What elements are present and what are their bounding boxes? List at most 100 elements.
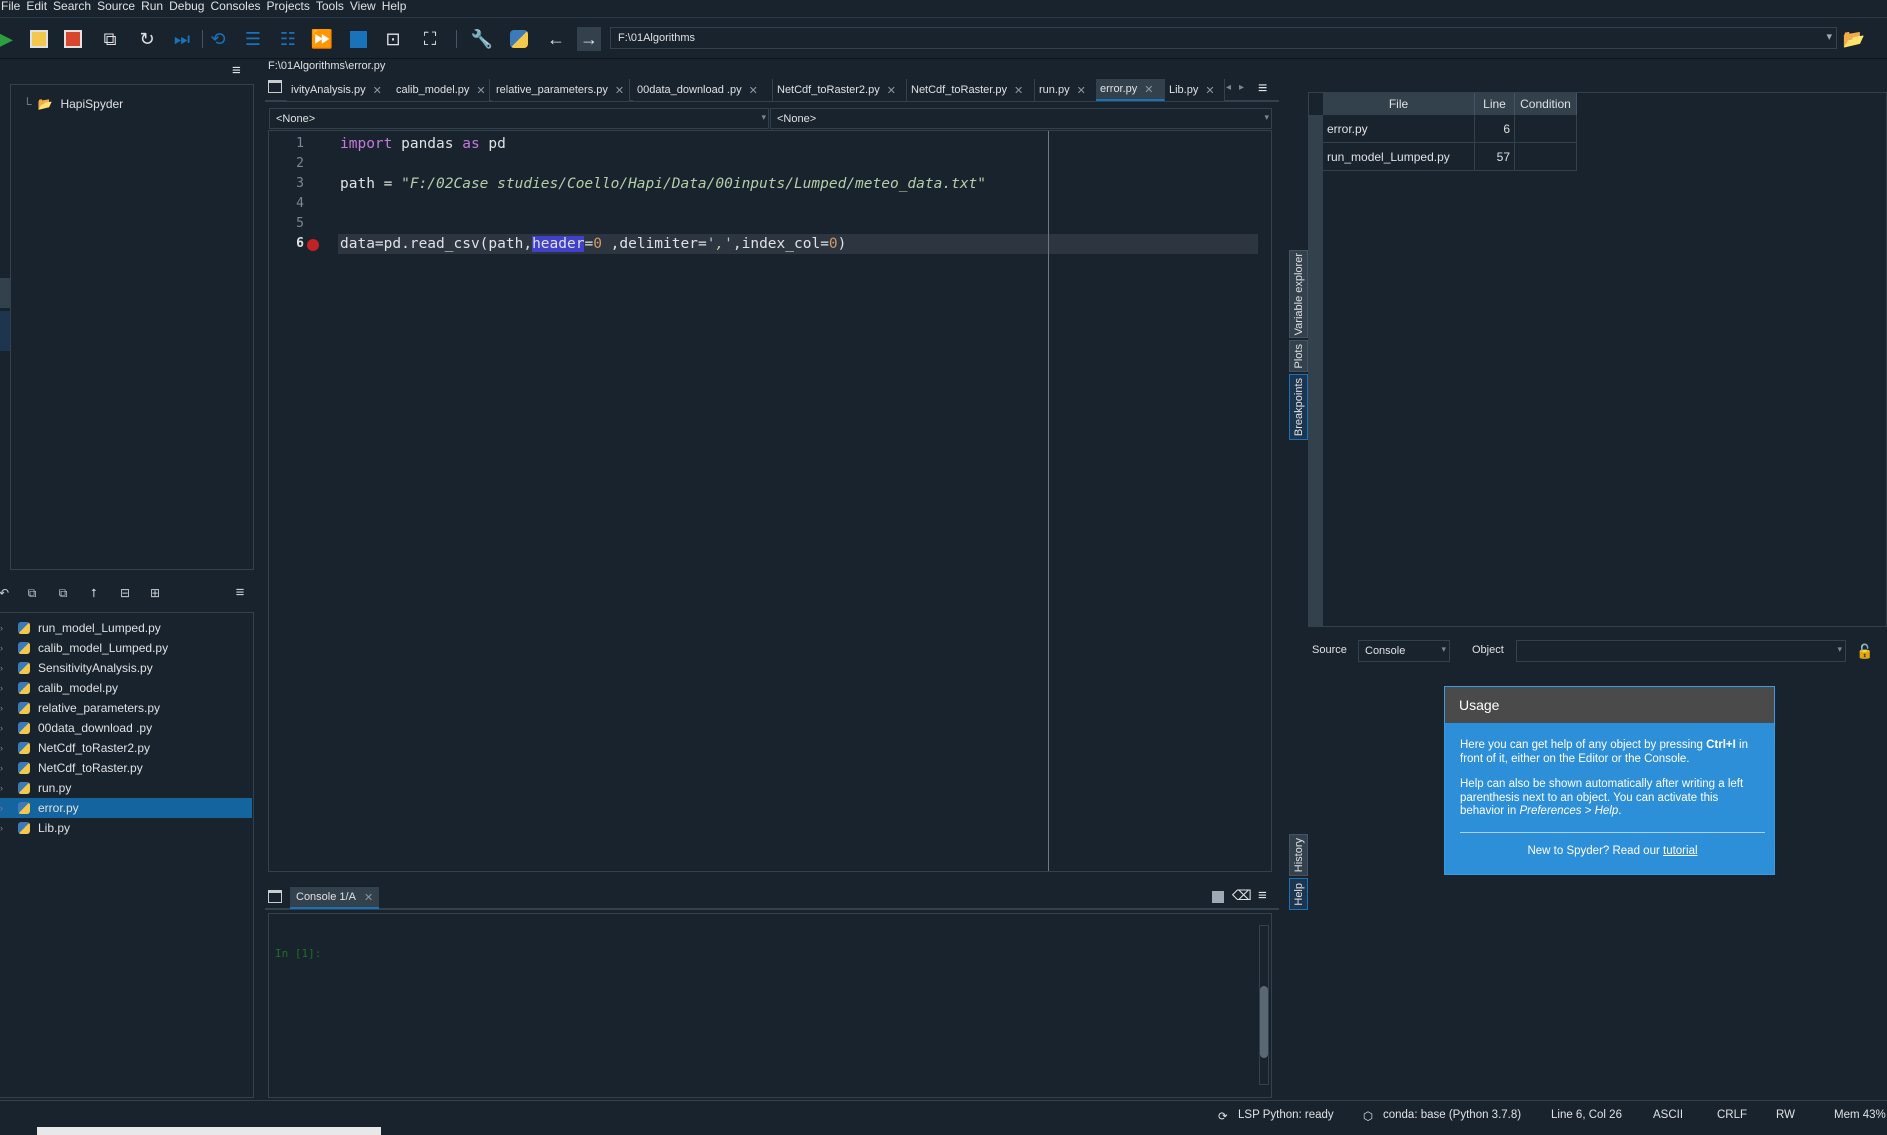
file-item[interactable]: › NetCdf_toRaster2.py: [0, 738, 252, 758]
close-icon[interactable]: ✕: [373, 84, 382, 97]
menu-help[interactable]: Help: [379, 0, 410, 13]
parent-dir-icon[interactable]: ⭡: [86, 585, 102, 601]
console-scrollbar-thumb[interactable]: [1260, 986, 1268, 1058]
tab-files[interactable]: [0, 278, 10, 308]
run-cell-icon[interactable]: ⏭: [170, 27, 194, 51]
tab-project[interactable]: [0, 311, 10, 351]
breakpoint-file-cell[interactable]: run_model_Lumped.py: [1323, 143, 1475, 171]
fullscreen-icon[interactable]: ⛶: [418, 27, 442, 51]
run-icon[interactable]: ↻: [135, 27, 159, 51]
menu-run[interactable]: Run: [138, 0, 166, 13]
file-item[interactable]: › calib_model.py: [0, 678, 252, 698]
menu-tools[interactable]: Tools: [313, 0, 347, 13]
menu-debug[interactable]: Debug: [166, 0, 207, 13]
menu-file[interactable]: File: [0, 0, 23, 13]
file-item[interactable]: › SensitivityAnalysis.py: [0, 658, 252, 678]
column-header-line[interactable]: Line: [1475, 93, 1515, 115]
close-icon[interactable]: ✕: [1014, 84, 1023, 97]
step-icon[interactable]: ⏩: [310, 27, 334, 51]
tab-netcdf-toraster[interactable]: NetCdf_toRaster.py ✕: [907, 79, 1035, 101]
clear-console-icon[interactable]: ⌫: [1232, 887, 1252, 904]
class-selector-combo[interactable]: <None> ▾: [269, 108, 769, 129]
open-file-icon[interactable]: [27, 27, 51, 51]
save-all-icon[interactable]: ⧉: [98, 27, 122, 51]
pythonpath-icon[interactable]: [507, 27, 531, 51]
file-item[interactable]: › run.py: [0, 778, 252, 798]
tab-calib-model[interactable]: calib_model.py ✕: [392, 79, 490, 101]
breakpoint-condition-cell[interactable]: [1515, 115, 1577, 143]
column-header-condition[interactable]: Condition: [1515, 93, 1577, 115]
tab-netcdf-toraster2[interactable]: NetCdf_toRaster2.py ✕: [773, 79, 907, 101]
expand-all-icon[interactable]: ⊞: [147, 585, 163, 601]
file-item[interactable]: › Lib.py: [0, 818, 252, 838]
menu-consoles[interactable]: Consoles: [207, 0, 263, 13]
file-item[interactable]: › run_model_Lumped.py: [0, 618, 252, 638]
ipython-console[interactable]: [268, 913, 1272, 1098]
file-item[interactable]: › 00data_download .py: [0, 718, 252, 738]
tab-breakpoints[interactable]: Breakpoints: [1289, 374, 1308, 440]
file-item[interactable]: › NetCdf_toRaster.py: [0, 758, 252, 778]
stop-console-icon[interactable]: [1212, 891, 1224, 903]
pane-menu-icon[interactable]: ≡: [232, 62, 241, 79]
close-icon[interactable]: ✕: [476, 84, 485, 97]
tab-relative-parameters[interactable]: relative_parameters.py ✕: [492, 79, 630, 101]
copy-file-icon[interactable]: ⧉: [55, 585, 71, 601]
tab-lib[interactable]: Lib.py ✕: [1165, 79, 1225, 101]
close-icon[interactable]: ✕: [615, 84, 624, 97]
column-header-file[interactable]: File: [1323, 93, 1475, 115]
object-input[interactable]: ▾: [1516, 640, 1846, 662]
file-item-selected[interactable]: › error.py: [0, 798, 252, 818]
function-selector-combo[interactable]: <None> ▾: [770, 108, 1272, 129]
tab-history[interactable]: History: [1289, 834, 1308, 876]
maximize-pane-icon[interactable]: ⊡: [381, 27, 405, 51]
breakpoint-icon[interactable]: [307, 239, 319, 251]
tab-variable-explorer[interactable]: Variable explorer: [1289, 250, 1308, 338]
tab-help[interactable]: Help: [1289, 878, 1308, 910]
previous-dir-icon[interactable]: ↶: [0, 585, 12, 601]
tab-run[interactable]: run.py ✕: [1035, 79, 1097, 101]
browse-tabs-icon[interactable]: [268, 80, 282, 93]
close-icon[interactable]: ✕: [364, 891, 373, 904]
debug-icon[interactable]: ☷: [276, 27, 300, 51]
tab-console[interactable]: Console 1/A ✕: [290, 887, 380, 909]
run-cell-advance-icon[interactable]: ⟲: [206, 27, 230, 51]
menu-projects[interactable]: Projects: [264, 0, 313, 13]
forward-icon[interactable]: →: [577, 27, 601, 51]
breakpoint-line-cell[interactable]: 57: [1475, 143, 1515, 171]
tab-sensitivity-analysis[interactable]: ivityAnalysis.py ✕: [287, 79, 407, 101]
copy-path-icon[interactable]: ⧉: [24, 585, 40, 601]
save-icon[interactable]: [61, 27, 85, 51]
close-icon[interactable]: ✕: [1205, 84, 1214, 97]
conda-env-status[interactable]: conda: base (Python 3.7.8): [1383, 1109, 1521, 1121]
collapse-all-icon[interactable]: ⊟: [117, 585, 133, 601]
file-item[interactable]: › relative_parameters.py: [0, 698, 252, 718]
browse-tabs-icon[interactable]: [268, 890, 282, 903]
close-icon[interactable]: ✕: [887, 84, 896, 97]
tab-error[interactable]: error.py ✕: [1096, 79, 1165, 101]
source-combo[interactable]: Console ▾: [1358, 640, 1450, 662]
tab-scroll-left-icon[interactable]: ◂: [1226, 82, 1231, 93]
file-item[interactable]: › calib_model_Lumped.py: [0, 638, 252, 658]
stop-debug-icon[interactable]: [346, 27, 370, 51]
lock-icon[interactable]: 🔓: [1856, 643, 1873, 660]
pane-menu-icon[interactable]: ≡: [1258, 81, 1267, 97]
tutorial-link[interactable]: tutorial: [1663, 845, 1698, 857]
pane-menu-icon[interactable]: ≡: [232, 585, 248, 601]
breakpoint-line-cell[interactable]: 6: [1475, 115, 1515, 143]
close-icon[interactable]: ✕: [1077, 84, 1086, 97]
working-directory-combo[interactable]: F:\01Algorithms ▾: [610, 27, 1837, 49]
tab-plots[interactable]: Plots: [1289, 340, 1308, 372]
breakpoint-condition-cell[interactable]: [1515, 143, 1577, 171]
browse-folder-icon[interactable]: 📂: [1842, 27, 1866, 51]
pane-menu-icon[interactable]: ≡: [1258, 887, 1267, 904]
close-icon[interactable]: ✕: [749, 84, 758, 97]
back-icon[interactable]: ←: [544, 27, 568, 51]
tab-data-download[interactable]: 00data_download .py ✕: [633, 79, 773, 101]
preferences-icon[interactable]: 🔧: [470, 27, 494, 51]
menu-search[interactable]: Search: [50, 0, 94, 13]
tab-scroll-right-icon[interactable]: ▸: [1239, 82, 1244, 93]
new-file-icon[interactable]: ▶: [0, 27, 18, 51]
taskbar-item[interactable]: [37, 1127, 381, 1135]
menu-view[interactable]: View: [347, 0, 379, 13]
menu-edit[interactable]: Edit: [23, 0, 50, 13]
